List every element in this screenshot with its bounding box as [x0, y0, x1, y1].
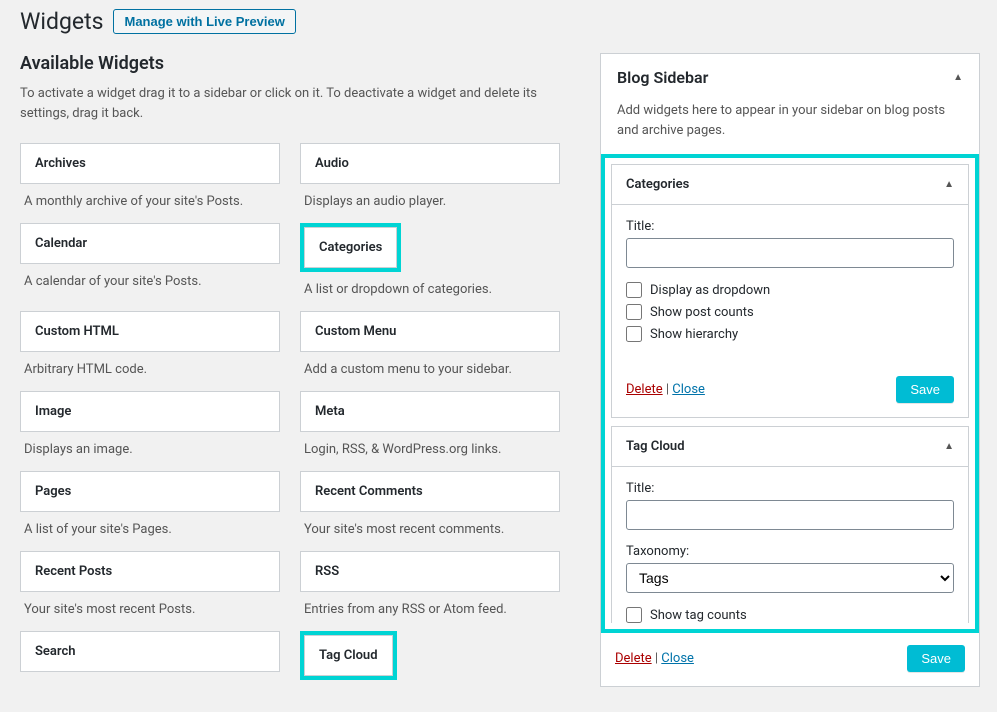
- widget-desc: Displays an image.: [20, 432, 280, 471]
- categories-delete-link[interactable]: Delete: [626, 382, 663, 397]
- available-widget-item: RSSEntries from any RSS or Atom feed.: [300, 551, 560, 631]
- available-widget-item: Custom MenuAdd a custom menu to your sid…: [300, 311, 560, 391]
- widget-desc: Your site's most recent Posts.: [20, 592, 280, 631]
- blog-sidebar-header[interactable]: Blog Sidebar ▲: [601, 54, 979, 101]
- widget-title[interactable]: Tag Cloud: [304, 635, 393, 676]
- widget-title[interactable]: Recent Posts: [20, 551, 280, 592]
- widget-desc: [300, 680, 560, 704]
- widget-title[interactable]: Calendar: [20, 223, 280, 264]
- collapse-icon: ▲: [953, 72, 963, 83]
- available-widget-item: MetaLogin, RSS, & WordPress.org links.: [300, 391, 560, 471]
- highlight-box: Tag Cloud: [300, 631, 397, 680]
- widget-title[interactable]: Archives: [20, 143, 280, 184]
- categories-widget-header[interactable]: Categories ▲: [612, 165, 968, 205]
- tagcloud-close-link[interactable]: Close: [661, 651, 694, 666]
- blog-sidebar-desc: Add widgets here to appear in your sideb…: [601, 101, 979, 154]
- widget-title[interactable]: Categories: [304, 227, 397, 268]
- available-widgets-desc: To activate a widget drag it to a sideba…: [20, 84, 560, 123]
- tagcloud-widget-title: Tag Cloud: [626, 439, 685, 454]
- widget-title[interactable]: Audio: [300, 143, 560, 184]
- tagcloud-title-label: Title:: [626, 481, 954, 496]
- available-widget-item: CalendarA calendar of your site's Posts.: [20, 223, 280, 311]
- collapse-icon: ▲: [944, 179, 954, 190]
- widget-title[interactable]: Recent Comments: [300, 471, 560, 512]
- widget-title[interactable]: Image: [20, 391, 280, 432]
- widget-desc: Your site's most recent comments.: [300, 512, 560, 551]
- collapse-icon: ▲: [944, 441, 954, 452]
- show-hierarchy-label: Show hierarchy: [650, 327, 738, 342]
- sidebar-widget-tagcloud: Tag Cloud ▲ Title: Taxonomy: Tags Show t…: [611, 426, 969, 623]
- available-widget-item: Recent PostsYour site's most recent Post…: [20, 551, 280, 631]
- categories-widget-title: Categories: [626, 177, 689, 192]
- show-tag-counts-checkbox[interactable]: [626, 607, 642, 623]
- widget-title[interactable]: Search: [20, 631, 280, 672]
- widget-desc: Entries from any RSS or Atom feed.: [300, 592, 560, 631]
- tagcloud-taxonomy-label: Taxonomy:: [626, 544, 954, 559]
- display-as-dropdown-checkbox[interactable]: [626, 282, 642, 298]
- available-widget-item: ArchivesA monthly archive of your site's…: [20, 143, 280, 223]
- available-widget-item: ImageDisplays an image.: [20, 391, 280, 471]
- widget-title[interactable]: Pages: [20, 471, 280, 512]
- widget-desc: A monthly archive of your site's Posts.: [20, 184, 280, 223]
- highlighted-widgets-area: Categories ▲ Title: Display as dropdown …: [601, 154, 979, 633]
- tagcloud-title-input[interactable]: [626, 500, 954, 530]
- widget-desc: Add a custom menu to your sidebar.: [300, 352, 560, 391]
- tagcloud-delete-link[interactable]: Delete: [615, 651, 652, 666]
- categories-title-input[interactable]: [626, 238, 954, 268]
- sidebar-widget-categories: Categories ▲ Title: Display as dropdown …: [611, 164, 969, 418]
- manage-live-preview-button[interactable]: Manage with Live Preview: [113, 9, 295, 34]
- widget-desc: A list of your site's Pages.: [20, 512, 280, 551]
- show-post-counts-checkbox[interactable]: [626, 304, 642, 320]
- available-widget-item: Tag Cloud: [300, 631, 560, 704]
- available-widget-item: AudioDisplays an audio player.: [300, 143, 560, 223]
- available-widget-item: Custom HTMLArbitrary HTML code.: [20, 311, 280, 391]
- categories-title-label: Title:: [626, 219, 954, 234]
- blog-sidebar-title: Blog Sidebar: [617, 68, 708, 87]
- show-hierarchy-checkbox[interactable]: [626, 326, 642, 342]
- available-widget-item: Categories A list or dropdown of categori…: [300, 223, 560, 311]
- show-tag-counts-label: Show tag counts: [650, 608, 747, 623]
- display-as-dropdown-label: Display as dropdown: [650, 283, 770, 298]
- widget-desc: A list or dropdown of categories.: [300, 272, 560, 311]
- available-widget-item: Recent CommentsYour site's most recent c…: [300, 471, 560, 551]
- categories-close-link[interactable]: Close: [672, 382, 705, 397]
- available-widget-item: PagesA list of your site's Pages.: [20, 471, 280, 551]
- widget-title[interactable]: Meta: [300, 391, 560, 432]
- show-post-counts-label: Show post counts: [650, 305, 754, 320]
- page-title: Widgets: [20, 8, 103, 35]
- widget-title[interactable]: Custom HTML: [20, 311, 280, 352]
- widget-title[interactable]: RSS: [300, 551, 560, 592]
- widget-desc: Login, RSS, & WordPress.org links.: [300, 432, 560, 471]
- tagcloud-widget-header[interactable]: Tag Cloud ▲: [612, 427, 968, 467]
- available-widget-item: Search: [20, 631, 280, 704]
- widget-title[interactable]: Custom Menu: [300, 311, 560, 352]
- categories-save-button[interactable]: Save: [896, 376, 954, 403]
- available-widgets-heading: Available Widgets: [20, 53, 560, 74]
- tagcloud-taxonomy-select[interactable]: Tags: [626, 563, 954, 593]
- highlight-box: Categories: [300, 223, 401, 272]
- widget-desc: Arbitrary HTML code.: [20, 352, 280, 391]
- tagcloud-save-button[interactable]: Save: [907, 645, 965, 672]
- widget-desc: A calendar of your site's Posts.: [20, 264, 280, 303]
- widget-desc: [20, 672, 280, 696]
- widget-desc: Displays an audio player.: [300, 184, 560, 223]
